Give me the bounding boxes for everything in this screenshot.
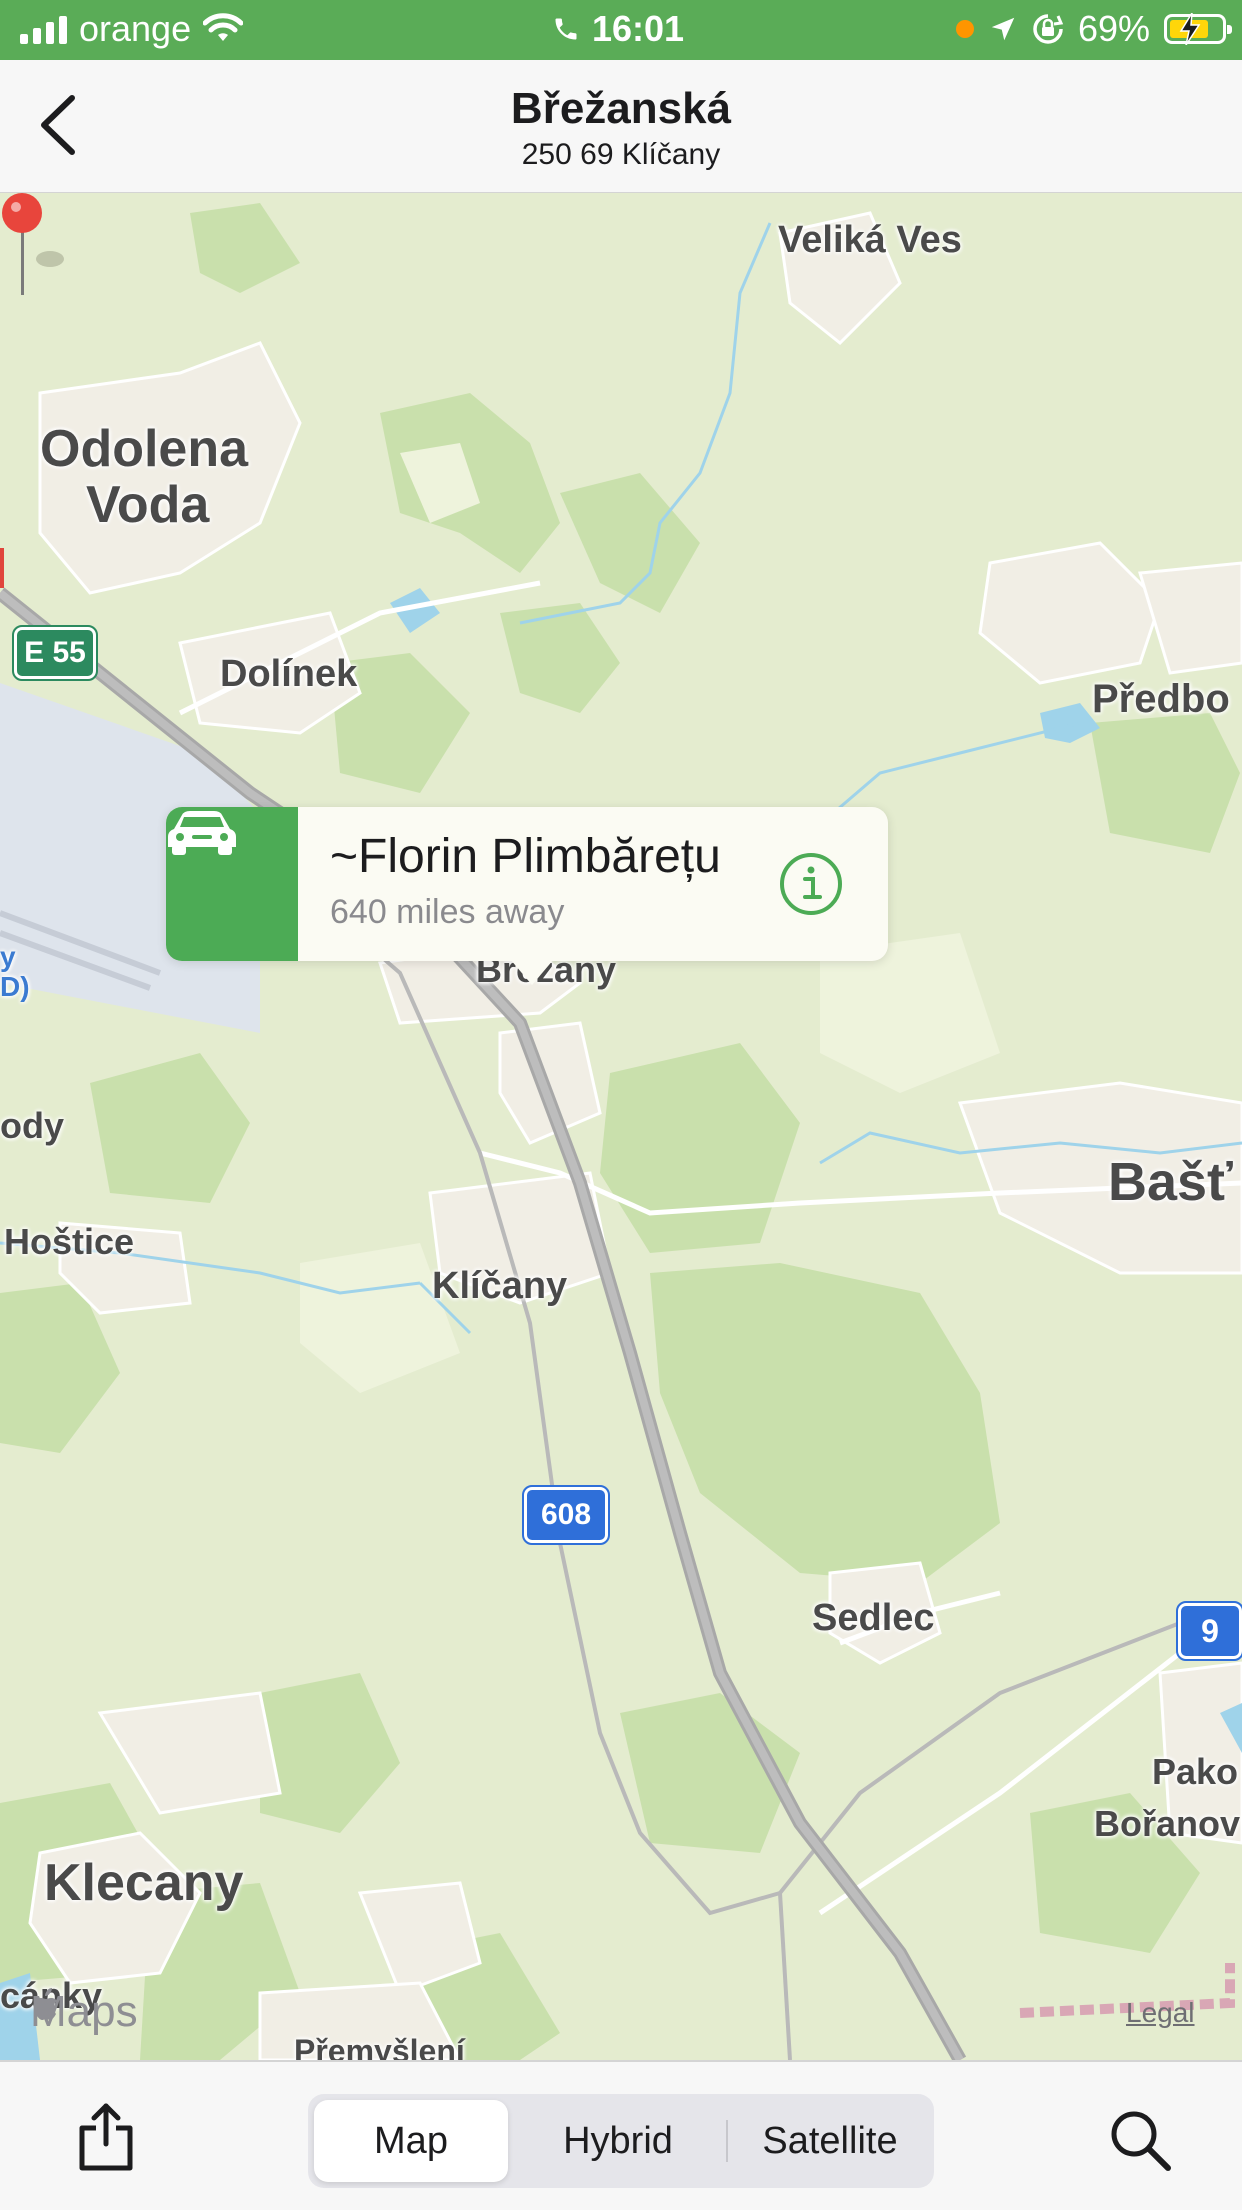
map-type-hybrid[interactable]: Hybrid xyxy=(518,2094,718,2188)
map-label-sedlec: Sedlec xyxy=(812,1597,935,1639)
callout-pointer xyxy=(510,959,554,985)
map-label-klecany: Klecany xyxy=(44,1854,244,1912)
location-pin[interactable] xyxy=(0,193,70,303)
map-label-premysleni: Přemyšlení xyxy=(294,2033,465,2060)
map-label-boranov: Bořanov xyxy=(1094,1803,1241,1844)
map-type-satellite[interactable]: Satellite xyxy=(730,2094,930,2188)
map-label-klicany: Klíčany xyxy=(432,1265,568,1307)
page-title: Břežanská xyxy=(510,84,732,133)
location-arrow-icon xyxy=(991,17,1015,41)
road-shield-9: 9 xyxy=(1176,1601,1242,1661)
bottom-toolbar: Map Hybrid Satellite xyxy=(0,2060,1242,2210)
privacy-indicator xyxy=(955,20,974,38)
road-shield-e55: E 55 xyxy=(12,625,98,681)
callout-distance: 640 miles away xyxy=(330,893,565,931)
search-icon[interactable] xyxy=(1108,2108,1172,2172)
map-label-airport-d: D) xyxy=(0,971,30,1002)
map-view[interactable]: Veliká Ves Odolena Voda Dolínek Předbo o… xyxy=(0,193,1242,2060)
apple-logo-icon xyxy=(34,1988,57,2020)
car-icon-box[interactable] xyxy=(166,807,298,961)
status-bar: orange 16:01 69% xyxy=(0,0,1242,60)
carrier-label: orange xyxy=(79,8,192,49)
legal-link[interactable]: Legal xyxy=(1126,1997,1195,2029)
orientation-lock-icon xyxy=(1033,14,1064,44)
signal-bars-icon xyxy=(20,14,67,44)
map-label-dolinek: Dolínek xyxy=(220,653,358,695)
share-icon[interactable] xyxy=(76,2102,136,2172)
road-shield-608: 608 xyxy=(522,1485,610,1545)
map-label-hostice: Hoštice xyxy=(4,1221,135,1262)
segment-divider xyxy=(726,2120,728,2162)
car-icon xyxy=(168,811,236,855)
phone-icon xyxy=(555,18,577,40)
map-type-segmented-control: Map Hybrid Satellite xyxy=(308,2094,934,2188)
map-label-predboj: Předbo xyxy=(1092,677,1230,721)
callout-name: ~Florin Plimbărețu xyxy=(330,830,721,883)
map-type-map[interactable]: Map xyxy=(314,2100,508,2182)
map-label-pako: Pako xyxy=(1152,1751,1239,1792)
wifi-icon xyxy=(203,13,244,41)
map-label-odolena-voda-2: Voda xyxy=(86,476,210,534)
battery-percent: 69% xyxy=(1077,8,1150,49)
page-subtitle: 250 69 Klíčany xyxy=(521,138,721,171)
map-label-airport-y: y xyxy=(0,941,16,972)
info-icon[interactable] xyxy=(778,851,844,917)
maps-logo: Maps xyxy=(30,1987,138,2036)
map-label-bast: Bašť xyxy=(1108,1152,1233,1212)
map-label-ody: ody xyxy=(0,1105,65,1146)
map-label-velika-ves: Veliká Ves xyxy=(778,219,962,261)
location-callout[interactable]: ~Florin Plimbărețu 640 miles away xyxy=(166,807,888,985)
map-label-odolena-voda-1: Odolena xyxy=(40,420,249,478)
status-time: 16:01 xyxy=(592,8,685,49)
navigation-bar: Břežanská 250 69 Klíčany xyxy=(0,60,1242,194)
battery-icon xyxy=(1164,13,1232,45)
